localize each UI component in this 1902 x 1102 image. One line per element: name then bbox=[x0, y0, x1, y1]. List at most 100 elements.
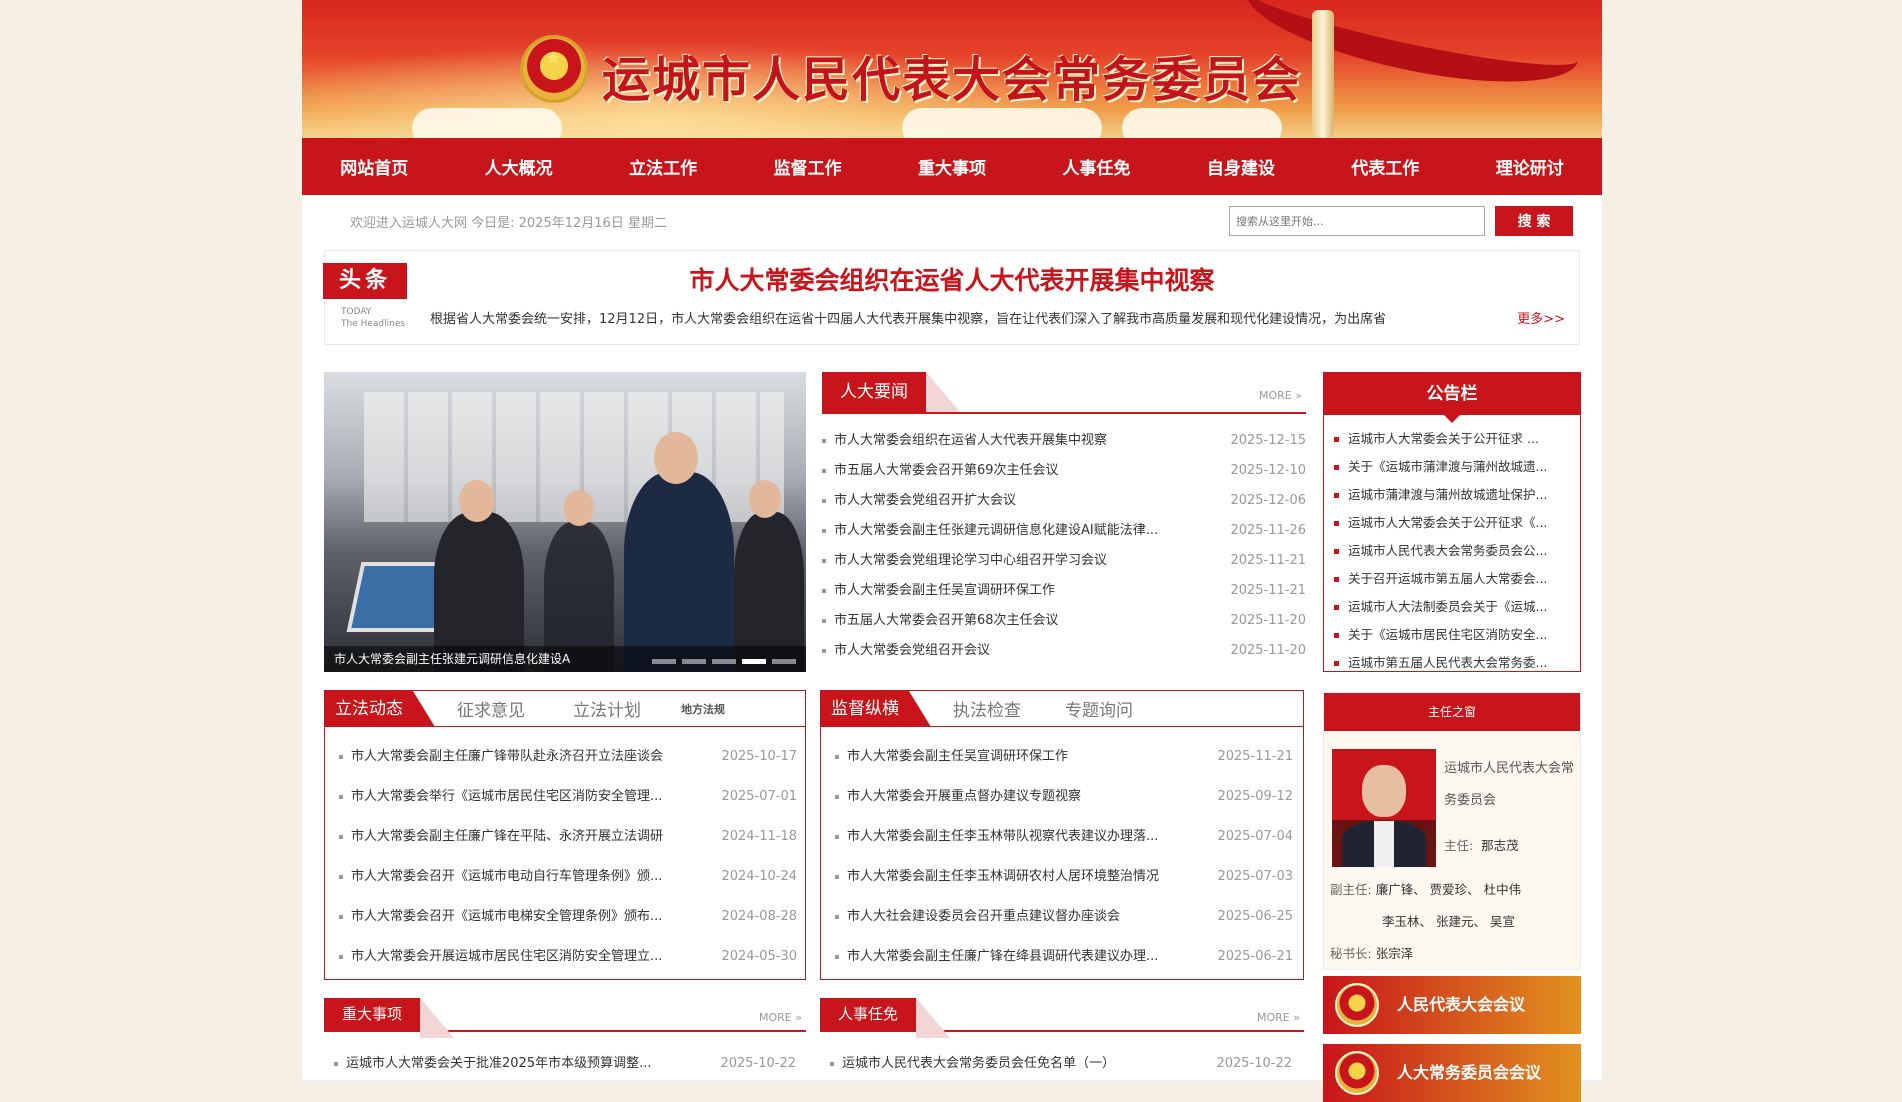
supervision-item-date: 2025-07-03 bbox=[1217, 869, 1293, 884]
tab-local-regulations[interactable]: 地方法规 bbox=[681, 701, 725, 717]
supervision-item[interactable]: 市人大社会建设委员会召开重点建议督办座谈会 2025-06-25 bbox=[835, 897, 1293, 937]
news-item[interactable]: 市人大常委会党组召开扩大会议 2025-12-06 bbox=[822, 486, 1306, 516]
news-item-title[interactable]: 市人大常委会副主任张建元调研信息化建设AI赋能法律... bbox=[834, 516, 1158, 546]
news-item-title[interactable]: 市五届人大常委会召开第68次主任会议 bbox=[834, 606, 1059, 636]
tab-special-inquiry[interactable]: 专题询问 bbox=[1065, 696, 1133, 721]
nav-deputy-work[interactable]: 代表工作 bbox=[1313, 154, 1457, 179]
headline-more-link[interactable]: 更多>> bbox=[1517, 308, 1565, 327]
legislation-item-date: 2024-05-30 bbox=[721, 949, 797, 964]
supervision-item-title[interactable]: 市人大常委会副主任廉广锋在绛县调研代表建议办理... bbox=[847, 937, 1158, 977]
meeting-link-congress[interactable]: 人民代表大会会议 bbox=[1323, 976, 1581, 1034]
nav-self-building[interactable]: 自身建设 bbox=[1169, 154, 1313, 179]
supervision-item[interactable]: 市人大常委会副主任李玉林调研农村人居环境整治情况 2025-07-03 bbox=[835, 857, 1293, 897]
news-item[interactable]: 市人大常委会党组理论学习中心组召开学习会议 2025-11-21 bbox=[822, 546, 1306, 576]
meeting-link-standing[interactable]: 人大常务委员会会议 bbox=[1323, 1044, 1581, 1102]
legislation-item[interactable]: 市人大常委会副主任廉广锋在平陆、永济开展立法调研 2024-11-18 bbox=[339, 817, 797, 857]
tab-supervision[interactable]: 监督纵横 bbox=[821, 690, 931, 727]
notice-item[interactable]: 关于召开运城市第五届人大常委会... bbox=[1334, 565, 1570, 593]
national-emblem-icon bbox=[1335, 1051, 1379, 1095]
news-item-date: 2025-11-20 bbox=[1230, 643, 1306, 658]
headline-title[interactable]: 市人大常委会组织在运省人大代表开展集中视察 bbox=[325, 261, 1579, 297]
photo-slideshow[interactable]: 市人大常委会副主任张建元调研信息化建设A bbox=[324, 372, 806, 672]
legislation-item-title[interactable]: 市人大常委会举行《运城市居民住宅区消防安全管理... bbox=[351, 777, 662, 817]
supervision-item-date: 2025-06-21 bbox=[1217, 949, 1293, 964]
notice-item[interactable]: 关于《运城市蒲津渡与蒲州故城遗... bbox=[1334, 453, 1570, 481]
news-item-title[interactable]: 市人大常委会党组理论学习中心组召开学习会议 bbox=[834, 546, 1107, 576]
news-item[interactable]: 市人大常委会副主任吴宣调研环保工作 2025-11-21 bbox=[822, 576, 1306, 606]
legislation-item[interactable]: 市人大常委会举行《运城市居民住宅区消防安全管理... 2025-07-01 bbox=[339, 777, 797, 817]
news-item[interactable]: 市五届人大常委会召开第68次主任会议 2025-11-20 bbox=[822, 606, 1306, 636]
search-button[interactable]: 搜 索 bbox=[1495, 206, 1573, 236]
personnel-more-link[interactable]: MORE » bbox=[1257, 1011, 1300, 1024]
supervision-item[interactable]: 市人大常委会副主任李玉林带队视察代表建议办理落... 2025-07-04 bbox=[835, 817, 1293, 857]
supervision-item-title[interactable]: 市人大常委会副主任吴宣调研环保工作 bbox=[847, 737, 1068, 777]
notice-item[interactable]: 运城市人民代表大会常务委员会公... bbox=[1334, 537, 1570, 565]
news-item[interactable]: 市五届人大常委会召开第69次主任会议 2025-12-10 bbox=[822, 456, 1306, 486]
notice-item[interactable]: 运城市第五届人民代表大会常务委... bbox=[1334, 649, 1570, 677]
major-section-title: 重大事项 bbox=[324, 998, 455, 1038]
supervision-item-title[interactable]: 市人大社会建设委员会召开重点建议督办座谈会 bbox=[847, 897, 1120, 937]
personnel-item[interactable]: 运城市人民代表大会常务委员会任免名单（一） 2025-10-22 bbox=[830, 1052, 1292, 1076]
notice-item[interactable]: 运城市蒲津渡与蒲州故城遗址保护... bbox=[1334, 481, 1570, 509]
personnel-item-title[interactable]: 运城市人民代表大会常务委员会任免名单（一） bbox=[842, 1052, 1115, 1076]
news-more-link[interactable]: MORE » bbox=[1259, 389, 1302, 402]
legislation-list: 市人大常委会副主任廉广锋带队赴永济召开立法座谈会 2025-10-17 市人大常委会… bbox=[339, 737, 797, 977]
nav-supervision[interactable]: 监督工作 bbox=[735, 154, 879, 179]
supervision-item-title[interactable]: 市人大常委会副主任李玉林调研农村人居环境整治情况 bbox=[847, 857, 1159, 897]
welcome-text: 欢迎进入运城人大网 今日是: 2025年12月16日 星期二 bbox=[350, 216, 667, 231]
personnel-item-date: 2025-10-22 bbox=[1216, 1056, 1292, 1071]
news-item-title[interactable]: 市人大常委会党组召开扩大会议 bbox=[834, 486, 1016, 516]
news-item-date: 2025-11-20 bbox=[1230, 613, 1306, 628]
legislation-item[interactable]: 市人大常委会副主任廉广锋带队赴永济召开立法座谈会 2025-10-17 bbox=[339, 737, 797, 777]
notice-item[interactable]: 关于《运城市居民住宅区消防安全... bbox=[1334, 621, 1570, 649]
tab-legislation-plan[interactable]: 立法计划 bbox=[573, 696, 641, 721]
major-section-header: 重大事项 MORE » bbox=[324, 996, 806, 1038]
nav-personnel[interactable]: 人事任免 bbox=[1024, 154, 1168, 179]
news-item-date: 2025-12-15 bbox=[1230, 433, 1306, 448]
news-item[interactable]: 市人大常委会党组召开会议 2025-11-20 bbox=[822, 636, 1306, 666]
major-more-link[interactable]: MORE » bbox=[759, 1011, 802, 1024]
legislation-item-title[interactable]: 市人大常委会召开《运城市电梯安全管理条例》颁布... bbox=[351, 897, 662, 937]
supervision-item[interactable]: 市人大常委会副主任廉广锋在绛县调研代表建议办理... 2025-06-21 bbox=[835, 937, 1293, 977]
legislation-item[interactable]: 市人大常委会召开《运城市电梯安全管理条例》颁布... 2024-08-28 bbox=[339, 897, 797, 937]
nav-home[interactable]: 网站首页 bbox=[302, 154, 446, 179]
notice-item[interactable]: 运城市人大法制委员会关于《运城... bbox=[1334, 593, 1570, 621]
news-section-title: 人大要闻 bbox=[822, 372, 960, 412]
news-item-title[interactable]: 市人大常委会党组召开会议 bbox=[834, 636, 990, 666]
tab-law-enforcement[interactable]: 执法检查 bbox=[953, 696, 1021, 721]
supervision-item[interactable]: 市人大常委会副主任吴宣调研环保工作 2025-11-21 bbox=[835, 737, 1293, 777]
legislation-item-title[interactable]: 市人大常委会召开《运城市电动自行车管理条例》颁... bbox=[351, 857, 662, 897]
notice-item[interactable]: 运城市人大常委会关于公开征求 ... bbox=[1334, 425, 1570, 453]
search-input[interactable] bbox=[1229, 206, 1485, 236]
news-item-title[interactable]: 市人大常委会组织在运省人大代表开展集中视察 bbox=[834, 426, 1107, 456]
legislation-item-title[interactable]: 市人大常委会开展运城市居民住宅区消防安全管理立... bbox=[351, 937, 662, 977]
notice-item[interactable]: 运城市人大常委会关于公开征求《... bbox=[1334, 509, 1570, 537]
main-nav: 网站首页 人大概况 立法工作 监督工作 重大事项 人事任免 自身建设 代表工作 … bbox=[302, 138, 1602, 195]
major-item-title[interactable]: 运城市人大常委会关于批准2025年市本级预算调整... bbox=[346, 1052, 651, 1076]
nav-major-matters[interactable]: 重大事项 bbox=[880, 154, 1024, 179]
legislation-item[interactable]: 市人大常委会召开《运城市电动自行车管理条例》颁... 2024-10-24 bbox=[339, 857, 797, 897]
supervision-item-title[interactable]: 市人大常委会副主任李玉林带队视察代表建议办理落... bbox=[847, 817, 1158, 857]
nav-legislation[interactable]: 立法工作 bbox=[591, 154, 735, 179]
supervision-item[interactable]: 市人大常委会开展重点督办建议专题视察 2025-09-12 bbox=[835, 777, 1293, 817]
news-item[interactable]: 市人大常委会副主任张建元调研信息化建设AI赋能法律... 2025-11-26 bbox=[822, 516, 1306, 546]
legislation-item-title[interactable]: 市人大常委会副主任廉广锋在平陆、永济开展立法调研 bbox=[351, 817, 663, 857]
news-item-title[interactable]: 市五届人大常委会召开第69次主任会议 bbox=[834, 456, 1059, 486]
news-item[interactable]: 市人大常委会组织在运省人大代表开展集中视察 2025-12-15 bbox=[822, 426, 1306, 456]
supervision-item-title[interactable]: 市人大常委会开展重点督办建议专题视察 bbox=[847, 777, 1081, 817]
tab-solicit-opinions[interactable]: 征求意见 bbox=[457, 696, 525, 721]
notice-title: 公告栏 bbox=[1324, 373, 1580, 423]
headline-sub: TODAY The Headlines bbox=[341, 307, 406, 329]
tab-legislation-news[interactable]: 立法动态 bbox=[325, 690, 435, 727]
slideshow-dots[interactable] bbox=[652, 659, 796, 664]
site-title: 运城市人民代表大会常务委员会 bbox=[602, 52, 1303, 108]
news-item-title[interactable]: 市人大常委会副主任吴宣调研环保工作 bbox=[834, 576, 1055, 606]
nav-overview[interactable]: 人大概况 bbox=[446, 154, 590, 179]
legislation-item-title[interactable]: 市人大常委会副主任廉广锋带队赴永济召开立法座谈会 bbox=[351, 737, 663, 777]
major-list: 运城市人大常委会关于批准2025年市本级预算调整... 2025-10-22 bbox=[334, 1052, 796, 1076]
nav-theory[interactable]: 理论研讨 bbox=[1458, 154, 1602, 179]
major-item[interactable]: 运城市人大常委会关于批准2025年市本级预算调整... 2025-10-22 bbox=[334, 1052, 796, 1076]
supervision-item-date: 2025-09-12 bbox=[1217, 789, 1293, 804]
national-emblem-icon bbox=[1335, 983, 1379, 1027]
legislation-item[interactable]: 市人大常委会开展运城市居民住宅区消防安全管理立... 2024-05-30 bbox=[339, 937, 797, 977]
